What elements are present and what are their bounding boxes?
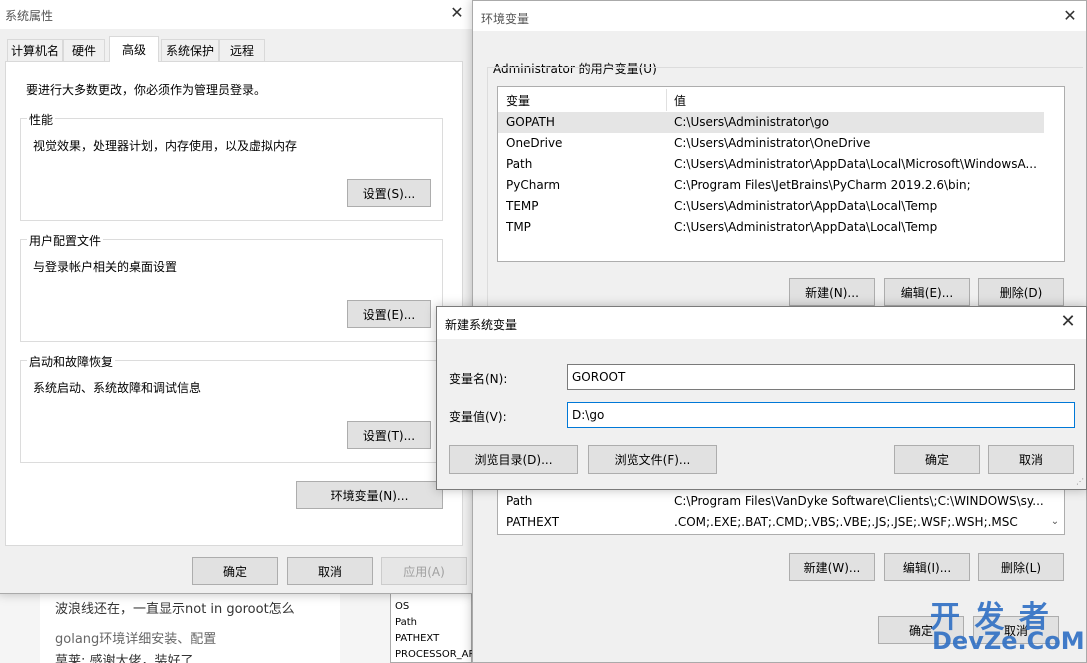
variable-value: C:\Users\Administrator\AppData\Local\Mic…: [674, 157, 1037, 171]
table-row[interactable]: Path C:\Program Files\VanDyke Software\C…: [498, 491, 1064, 512]
advanced-tab-panel: 要进行大多数更改，你必须作为管理员登录。 性能 视觉效果，处理器计划，内存使用，…: [5, 61, 463, 546]
background-list-item: PATHEXT: [395, 633, 440, 644]
background-list-item: Path: [395, 617, 417, 628]
group-label: 启动和故障恢复: [27, 353, 116, 370]
column-header-value[interactable]: 值: [674, 92, 686, 109]
variable-value-input[interactable]: D:\go: [567, 402, 1075, 428]
variable-value: C:\Program Files\JetBrains\PyCharm 2019.…: [674, 178, 971, 192]
variable-name-input[interactable]: GOROOT: [567, 364, 1075, 390]
column-header-variable[interactable]: 变量: [506, 92, 530, 109]
group-description: 系统启动、系统故障和调试信息: [33, 381, 202, 395]
table-row[interactable]: PATHEXT .COM;.EXE;.BAT;.CMD;.VBS;.VBE;.J…: [498, 512, 1064, 533]
browse-file-button[interactable]: 浏览文件(F)...: [588, 445, 717, 474]
background-list-item: PROCESSOR_AR: [395, 649, 476, 660]
variable-name-label: 变量名(N):: [449, 372, 508, 386]
admin-note: 要进行大多数更改，你必须作为管理员登录。: [26, 83, 267, 97]
envvars-titlebar[interactable]: 环境变量 ✕: [473, 1, 1086, 31]
tab-system-protection[interactable]: 系统保护: [161, 39, 219, 61]
variable-value: C:\Users\Administrator\go: [674, 115, 829, 129]
variable-name: PATHEXT: [506, 515, 560, 529]
column-divider: [666, 89, 667, 111]
variable-name: Path: [506, 157, 533, 171]
tab-hardware[interactable]: 硬件: [63, 39, 105, 61]
newvar-titlebar[interactable]: 新建系统变量 ✕: [437, 307, 1086, 339]
apply-button[interactable]: 应用(A): [381, 557, 467, 585]
group-label: 性能: [27, 111, 56, 128]
variable-value: C:\Users\Administrator\OneDrive: [674, 136, 871, 150]
table-row[interactable]: OneDrive C:\Users\Administrator\OneDrive: [498, 133, 1064, 154]
comment-link[interactable]: golang环境详细安装、配置: [55, 628, 216, 647]
variable-value: C:\Users\Administrator\AppData\Local\Tem…: [674, 199, 938, 213]
edit-system-variable-button[interactable]: 编辑(I)...: [884, 553, 970, 581]
comment-text: 波浪线还在，一直显示not in goroot怎么: [55, 602, 295, 617]
startup-settings-button[interactable]: 设置(T)...: [347, 421, 431, 449]
variable-name: OneDrive: [506, 136, 563, 150]
window-title: 环境变量: [481, 12, 530, 26]
background-listbox: OS Path PATHEXT PROCESSOR_AR: [390, 590, 476, 663]
tab-computer-name[interactable]: 计算机名: [7, 39, 63, 61]
group-description: 与登录帐户相关的桌面设置: [33, 260, 178, 274]
watermark-logo-subtext: DevZe.CoM: [932, 627, 1085, 655]
close-icon[interactable]: ✕: [1058, 312, 1078, 332]
group-label: 用户配置文件: [27, 232, 104, 249]
performance-settings-button[interactable]: 设置(S)...: [347, 179, 431, 207]
variable-name: PyCharm: [506, 178, 561, 192]
dialog-title: 新建系统变量: [445, 318, 518, 332]
variable-value-label: 变量值(V):: [449, 410, 507, 424]
delete-user-variable-button[interactable]: 删除(D): [978, 278, 1064, 306]
comment-text-2: 莫莱: 感谢大佬，装好了: [55, 654, 194, 663]
environment-variables-button[interactable]: 环境变量(N)...: [296, 481, 443, 509]
new-system-variable-dialog: 新建系统变量 ✕ 变量名(N): GOROOT 变量值(V): D:\go 浏览…: [436, 306, 1087, 490]
resize-grip-icon[interactable]: ⋰: [1074, 477, 1084, 487]
table-row[interactable]: Path C:\Users\Administrator\AppData\Loca…: [498, 154, 1064, 175]
background-list-item: OS: [395, 601, 410, 612]
table-row[interactable]: TEMP C:\Users\Administrator\AppData\Loca…: [498, 196, 1064, 217]
group-description: 视觉效果，处理器计划，内存使用，以及虚拟内存: [33, 139, 298, 153]
cancel-button[interactable]: 取消: [988, 445, 1074, 474]
scroll-down-icon[interactable]: ⌄: [1048, 516, 1062, 530]
variable-name: TEMP: [506, 199, 539, 213]
edit-user-variable-button[interactable]: 编辑(E)...: [884, 278, 970, 306]
variable-value: C:\Program Files\VanDyke Software\Client…: [674, 494, 1044, 508]
close-icon[interactable]: ✕: [1060, 6, 1080, 26]
new-user-variable-button[interactable]: 新建(N)...: [789, 278, 875, 306]
user-variables-list[interactable]: 变量 值 GOPATH C:\Users\Administrator\go On…: [497, 86, 1065, 262]
ok-button[interactable]: 确定: [192, 557, 278, 585]
variable-value: C:\Users\Administrator\AppData\Local\Tem…: [674, 220, 938, 234]
table-row[interactable]: TMP C:\Users\Administrator\AppData\Local…: [498, 217, 1064, 238]
window-title: 系统属性: [5, 9, 54, 23]
variable-value: .COM;.EXE;.BAT;.CMD;.VBS;.VBE;.JS;.JSE;.…: [674, 515, 1018, 529]
tab-advanced[interactable]: 高级: [109, 36, 159, 62]
browse-directory-button[interactable]: 浏览目录(D)...: [449, 445, 578, 474]
delete-system-variable-button[interactable]: 删除(L): [978, 553, 1064, 581]
close-icon[interactable]: ✕: [447, 3, 467, 23]
variable-name: TMP: [506, 220, 531, 234]
new-system-variable-button[interactable]: 新建(W)...: [789, 553, 875, 581]
variable-name: GOPATH: [506, 115, 555, 129]
ok-button[interactable]: 确定: [894, 445, 980, 474]
table-row[interactable]: GOPATH C:\Users\Administrator\go: [498, 112, 1044, 133]
variable-name: Path: [506, 494, 533, 508]
sysprops-titlebar[interactable]: 系统属性 ✕: [0, 0, 473, 29]
profiles-settings-button[interactable]: 设置(E)...: [347, 300, 431, 328]
system-properties-window: 系统属性 ✕ 计算机名 硬件 高级 系统保护 远程 要进行大多数更改，你必须作为…: [0, 0, 474, 594]
table-row[interactable]: PyCharm C:\Program Files\JetBrains\PyCha…: [498, 175, 1064, 196]
tab-remote[interactable]: 远程: [219, 39, 265, 61]
list-header: 变量 值: [498, 89, 1064, 111]
cancel-button[interactable]: 取消: [287, 557, 373, 585]
